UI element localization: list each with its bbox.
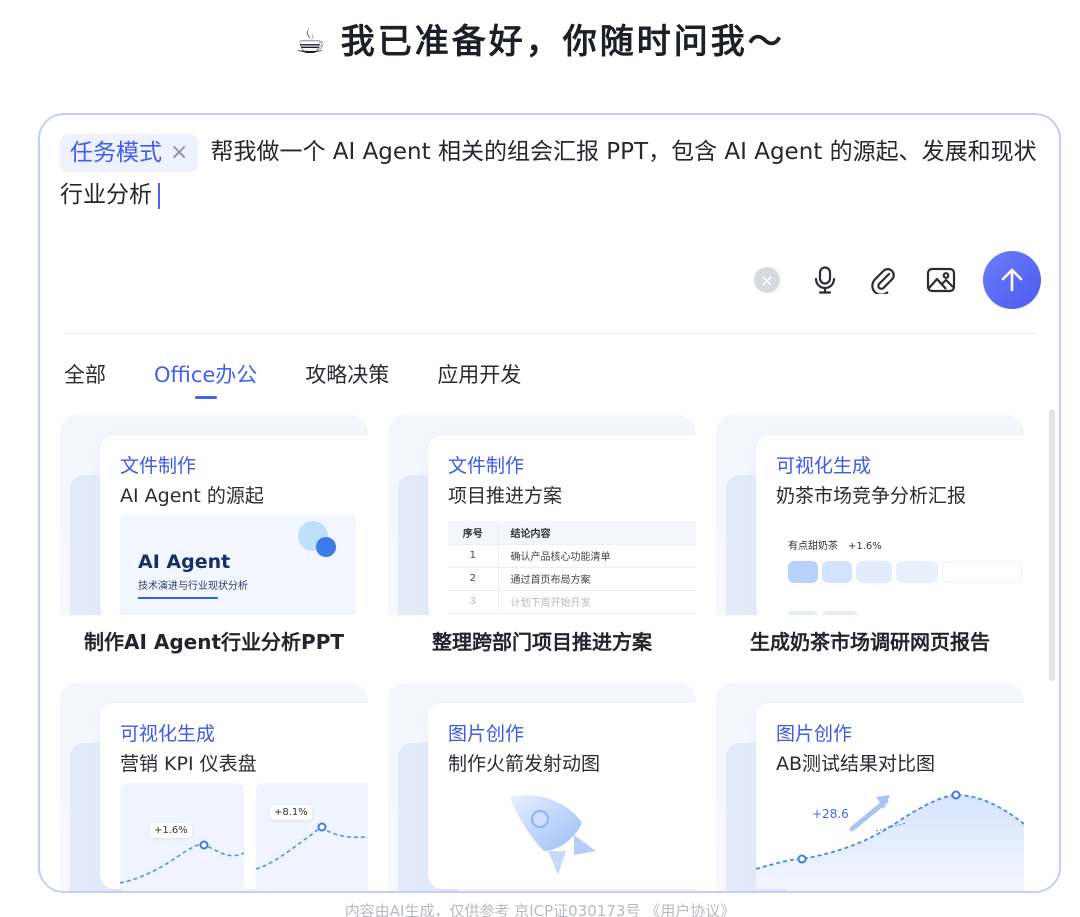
tab-office[interactable]: Office办公 <box>154 359 257 399</box>
kpi-delta: +1.6% <box>150 823 192 838</box>
preview-table: 序号 结论内容 1 确认产品核心功能清单 2 通过首页布局方案 3 计划下周开始… <box>448 521 696 614</box>
preview-pills <box>788 561 1024 583</box>
pill <box>788 561 818 583</box>
preview-legend: 有点甜奶茶 +1.6% <box>788 537 882 552</box>
kpi-tile: +1.6% <box>120 783 244 891</box>
card-subtitle: AB测试结果对比图 <box>776 753 936 775</box>
card-caption: 制作AI Agent行业分析PPT <box>60 615 368 673</box>
rocket-icon <box>510 795 596 875</box>
template-card-abtest[interactable]: 图片创作 AB测试结果对比图 +28.6 <box>716 683 1024 891</box>
template-card-ppt[interactable]: 文件制作 AI Agent 的源起 AI Agent 技术演进与行业现状分析 制… <box>60 415 368 673</box>
footer-text: 内容由AI生成，仅供参考 京ICP证030173号 <box>344 902 646 917</box>
composer-toolbar: × <box>729 251 1041 309</box>
prompt-text: 帮我做一个 AI Agent 相关的组会汇报 PPT，包含 AI Agent 的… <box>60 139 1037 208</box>
attachment-icon <box>871 268 895 294</box>
card-preview: 文件制作 AI Agent 的源起 AI Agent 技术演进与行业现状分析 <box>100 435 368 625</box>
table-cell: 计划下周开始开发 <box>498 590 696 614</box>
template-grid: 文件制作 AI Agent 的源起 AI Agent 技术演进与行业现状分析 制… <box>60 415 1035 891</box>
table-header-cell: 结论内容 <box>498 521 696 545</box>
legend-label: 有点甜奶茶 <box>788 541 838 552</box>
divider <box>64 333 1035 334</box>
footer: 内容由AI生成，仅供参考 京ICP证030173号 《用户协议》 <box>0 900 1080 917</box>
table-cell: 2 <box>448 567 499 591</box>
task-mode-chip[interactable]: 任务模式 × <box>60 133 199 172</box>
table-cell: 确认产品核心功能清单 <box>498 544 696 568</box>
card-tag: 可视化生成 <box>120 723 216 745</box>
coffee-icon: ☕ <box>295 22 329 62</box>
tab-app-dev[interactable]: 应用开发 <box>437 359 521 389</box>
table-row: 1 确认产品核心功能清单 <box>448 544 696 568</box>
voice-input-button[interactable] <box>805 260 845 300</box>
user-agreement-link[interactable]: 《用户协议》 <box>645 902 735 917</box>
ab-value: +28.6 <box>812 807 849 821</box>
card-tag: 可视化生成 <box>776 455 872 477</box>
prompt-input[interactable]: 任务模式 × 帮我做一个 AI Agent 相关的组会汇报 PPT，包含 AI … <box>60 131 1045 217</box>
kpi-tile: +8.1% <box>256 783 368 891</box>
pill <box>942 561 1022 583</box>
card-subtitle: 营销 KPI 仪表盘 <box>120 753 257 775</box>
composer-panel: 任务模式 × 帮我做一个 AI Agent 相关的组会汇报 PPT，包含 AI … <box>38 113 1061 893</box>
ab-chart <box>756 790 1024 889</box>
microphone-icon <box>814 266 836 294</box>
card-caption: 整理跨部门项目推进方案 <box>388 615 696 673</box>
card-subtitle: 项目推进方案 <box>448 485 563 507</box>
template-card-report[interactable]: 可视化生成 奶茶市场竞争分析汇报 有点甜奶茶 +1.6% 生成奶茶市场调研网页报… <box>716 415 1024 673</box>
text-caret <box>158 182 160 209</box>
ppt-underline <box>138 597 218 599</box>
scrollbar[interactable] <box>1049 409 1055 681</box>
card-caption: 生成奶茶市场调研网页报告 <box>716 615 1024 673</box>
card-tag: 文件制作 <box>120 455 197 477</box>
card-tag: 文件制作 <box>448 455 525 477</box>
page-title-text: 我已准备好，你随时问我～ <box>340 22 785 62</box>
card-preview: 可视化生成 营销 KPI 仪表盘 +1.6% +8.1% <box>100 703 368 891</box>
tab-strategy[interactable]: 攻略决策 <box>305 359 389 389</box>
ppt-title: AI Agent <box>138 551 231 573</box>
template-card-kpi[interactable]: 可视化生成 营销 KPI 仪表盘 +1.6% +8.1% <box>60 683 368 891</box>
category-tabs: 全部 Office办公 攻略决策 应用开发 <box>64 359 569 399</box>
decor-circle <box>316 537 336 557</box>
table-header-cell: 序号 <box>448 521 499 545</box>
card-subtitle: AI Agent 的源起 <box>120 485 264 507</box>
kpi-sparkline <box>256 822 368 870</box>
table-row: 3 计划下周开始开发 <box>448 590 696 614</box>
arrow-up-icon <box>1001 268 1023 292</box>
table-header: 序号 结论内容 <box>448 521 696 545</box>
card-tag: 图片创作 <box>776 723 853 745</box>
table-cell: 3 <box>448 590 499 614</box>
tab-all[interactable]: 全部 <box>64 359 106 389</box>
image-icon <box>926 267 956 293</box>
pill <box>856 561 892 583</box>
template-card-plan[interactable]: 文件制作 项目推进方案 序号 结论内容 1 确认产品核心功能清单 2 通过首页布… <box>388 415 696 673</box>
card-preview: 文件制作 项目推进方案 序号 结论内容 1 确认产品核心功能清单 2 通过首页布… <box>428 435 696 621</box>
upload-image-button[interactable] <box>921 260 961 300</box>
template-card-rocket[interactable]: 图片创作 制作火箭发射动图 <box>388 683 696 891</box>
task-mode-label: 任务模式 <box>70 139 162 166</box>
pill <box>896 561 938 583</box>
legend-delta: +1.6% <box>848 541 882 552</box>
card-preview: 可视化生成 奶茶市场竞争分析汇报 有点甜奶茶 +1.6% <box>756 435 1024 621</box>
kpi-sparkline <box>120 840 244 884</box>
page-title: ☕ 我已准备好，你随时问我～ <box>0 14 1080 63</box>
table-row: 2 通过首页布局方案 <box>448 567 696 591</box>
card-preview: 图片创作 制作火箭发射动图 <box>428 703 696 889</box>
ppt-thumbnail: AI Agent 技术演进与行业现状分析 <box>120 515 356 625</box>
clear-icon: × <box>754 267 780 293</box>
card-subtitle: 制作火箭发射动图 <box>448 753 601 775</box>
card-preview: 图片创作 AB测试结果对比图 +28.6 <box>756 703 1024 889</box>
table-cell: 通过首页布局方案 <box>498 567 696 591</box>
clear-button[interactable]: × <box>747 260 787 300</box>
card-subtitle: 奶茶市场竞争分析汇报 <box>776 485 967 507</box>
pill <box>822 561 852 583</box>
table-cell: 1 <box>448 544 499 568</box>
attach-file-button[interactable] <box>863 260 903 300</box>
ppt-subtitle: 技术演进与行业现状分析 <box>138 581 248 592</box>
send-button[interactable] <box>983 251 1041 309</box>
kpi-delta: +8.1% <box>270 805 312 820</box>
card-tag: 图片创作 <box>448 723 525 745</box>
close-icon[interactable]: × <box>170 134 188 172</box>
